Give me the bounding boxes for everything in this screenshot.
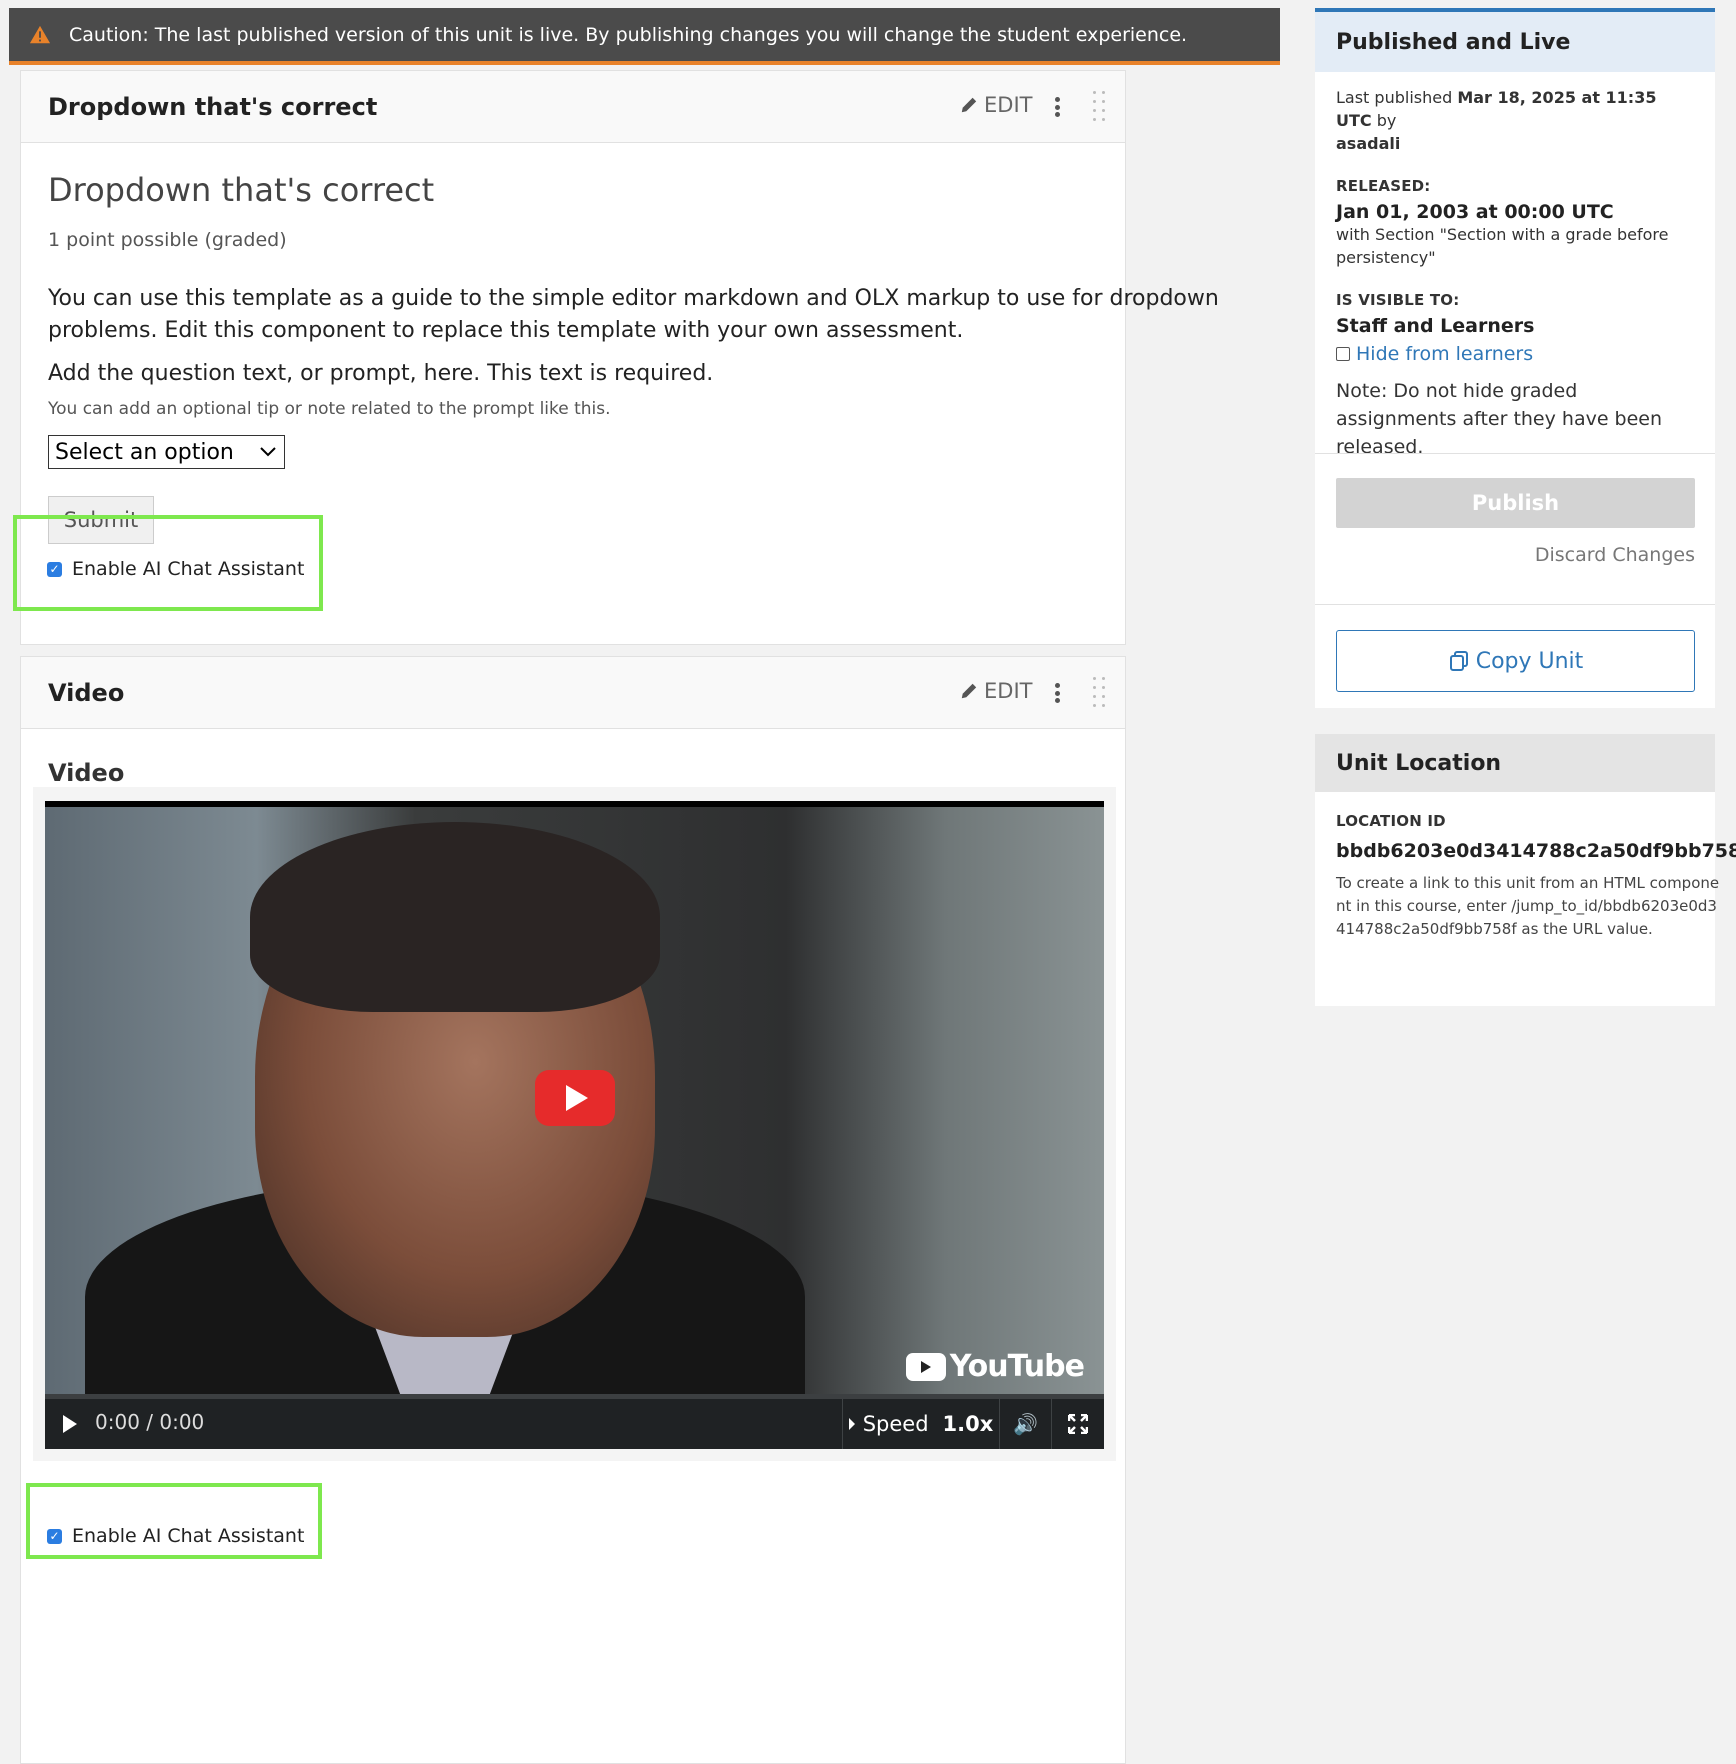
- hide-from-learners-label: Hide from learners: [1356, 343, 1534, 365]
- copy-icon: [1449, 651, 1468, 671]
- component-title: Video: [48, 679, 125, 707]
- copy-unit-label: Copy Unit: [1475, 648, 1584, 674]
- caution-banner: Caution: The last published version of t…: [9, 8, 1280, 65]
- problem-prompt: Add the question text, or prompt, here. …: [48, 361, 714, 386]
- divider: [1315, 604, 1715, 605]
- volume-icon[interactable]: 🔊: [1000, 1399, 1052, 1449]
- hide-note: Note: Do not hide graded assignments aft…: [1336, 380, 1663, 458]
- chevron-down-icon: [260, 447, 276, 457]
- edit-button[interactable]: EDIT: [960, 679, 1032, 703]
- warning-icon: [29, 25, 51, 43]
- location-id-label: LOCATION ID: [1336, 812, 1446, 830]
- video-component: Video EDIT Video YouTube 0:00 / 0:00 Spe…: [20, 656, 1126, 1764]
- dropdown-value: Select an option: [55, 439, 234, 465]
- pencil-icon: [961, 97, 977, 113]
- visible-label: IS VISIBLE TO:: [1336, 291, 1460, 309]
- publish-status-card: Published and Live Last published Mar 18…: [1315, 8, 1715, 708]
- last-published-info: Last published Mar 18, 2025 at 11:35 UTC…: [1336, 88, 1657, 153]
- checkbox-checked-icon[interactable]: ✓: [47, 1528, 62, 1544]
- answer-dropdown[interactable]: Select an option: [48, 435, 285, 469]
- edit-label: EDIT: [984, 93, 1033, 117]
- speed-value: 1.0x: [942, 1412, 994, 1436]
- ai-assistant-label: Enable AI Chat Assistant: [72, 1525, 305, 1547]
- location-id: bbdb6203e0d3414788c2a50df9bb758f: [1336, 840, 1736, 862]
- video-controls: 0:00 / 0:00 Speed 1.0x 🔊: [45, 1394, 1104, 1449]
- checkbox-icon[interactable]: [1336, 347, 1350, 361]
- component-header: Dropdown that's correct EDIT: [21, 71, 1125, 143]
- video-time: 0:00 / 0:00: [95, 1410, 205, 1434]
- component-title: Dropdown that's correct: [48, 93, 378, 121]
- more-options-icon[interactable]: [1054, 97, 1060, 117]
- released-date: Jan 01, 2003 at 00:00 UTC: [1336, 201, 1614, 223]
- video-player: YouTube 0:00 / 0:00 Speed 1.0x 🔊: [33, 787, 1116, 1461]
- ai-assistant-label: Enable AI Chat Assistant: [72, 558, 305, 580]
- publish-status-title: Published and Live: [1315, 12, 1715, 72]
- youtube-play-button[interactable]: [535, 1070, 615, 1126]
- speed-button[interactable]: Speed 1.0x: [842, 1399, 1000, 1449]
- video-thumbnail-hair: [250, 822, 660, 1012]
- ai-assistant-toggle[interactable]: ✓ Enable AI Chat Assistant: [47, 1525, 304, 1547]
- problem-component: Dropdown that's correct EDIT Dropdown th…: [13, 70, 1219, 645]
- divider: [1315, 453, 1715, 454]
- released-label: RELEASED:: [1336, 177, 1431, 195]
- location-note: To create a link to this unit from an HT…: [1336, 874, 1720, 938]
- checkbox-checked-icon[interactable]: ✓: [47, 561, 62, 577]
- copy-unit-button[interactable]: Copy Unit: [1336, 630, 1695, 692]
- video-title: Video: [48, 759, 125, 787]
- more-options-icon[interactable]: [1054, 683, 1060, 703]
- pencil-icon: [961, 683, 977, 699]
- drag-handle-icon[interactable]: [1093, 677, 1107, 709]
- problem-tip: You can add an optional tip or note rela…: [48, 399, 611, 419]
- publish-button[interactable]: Publish: [1336, 478, 1695, 528]
- video-screen[interactable]: YouTube: [45, 801, 1104, 1394]
- ai-assistant-toggle[interactable]: ✓ Enable AI Chat Assistant: [47, 558, 304, 580]
- drag-handle-icon[interactable]: [1093, 91, 1107, 123]
- youtube-icon: [905, 1352, 946, 1381]
- play-icon[interactable]: [63, 1415, 77, 1433]
- edit-label: EDIT: [984, 679, 1033, 703]
- unit-content: Caution: The last published version of t…: [9, 8, 1280, 1764]
- edit-button[interactable]: EDIT: [960, 93, 1032, 117]
- fullscreen-icon[interactable]: [1052, 1399, 1104, 1449]
- unit-location-title: Unit Location: [1315, 734, 1715, 792]
- component-header: Video EDIT: [21, 657, 1125, 729]
- visible-value: Staff and Learners: [1336, 315, 1535, 337]
- ai-highlight-box: [26, 1483, 322, 1559]
- hide-from-learners-toggle[interactable]: Hide from learners: [1336, 343, 1694, 365]
- discard-changes-link[interactable]: Discard Changes: [1535, 544, 1695, 566]
- unit-location-card: Unit Location LOCATION ID bbdb6203e0d341…: [1315, 734, 1736, 1006]
- problem-intro: You can use this template as a guide to …: [48, 286, 1219, 343]
- youtube-wordmark: YouTube: [949, 1349, 1085, 1384]
- caret-right-icon: [848, 1418, 855, 1430]
- youtube-logo: YouTube: [905, 1349, 1085, 1384]
- released-section: with Section "Section with a grade befor…: [1336, 225, 1669, 267]
- caution-text: Caution: The last published version of t…: [69, 23, 1188, 46]
- problem-title: Dropdown that's correct: [48, 171, 435, 209]
- speed-label: Speed: [862, 1412, 929, 1436]
- problem-points: 1 point possible (graded): [48, 229, 287, 251]
